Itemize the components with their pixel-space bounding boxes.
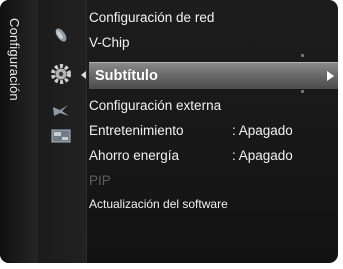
- scroll-up-indicator: [301, 54, 304, 57]
- setup-gear-icon[interactable]: [49, 62, 73, 86]
- menu-list: Configuración de red V-Chip Configuració…: [88, 0, 338, 263]
- column-divider: [86, 0, 87, 263]
- category-icon-column: [38, 0, 86, 263]
- menu-item-entertainment[interactable]: Entretenimiento: [89, 123, 184, 138]
- menu-item-subtitle[interactable]: Subtítulo: [89, 62, 338, 89]
- category-tab[interactable]: Configuración: [0, 0, 38, 263]
- application-icon[interactable]: [51, 128, 71, 144]
- category-tab-label: Configuración: [7, 18, 22, 101]
- menu-item-software-update[interactable]: Actualización del software: [89, 197, 228, 211]
- energy-saving-value: : Apagado: [232, 148, 293, 163]
- menu-item-subtitle-label: Subtítulo: [95, 68, 158, 84]
- menu-item-energy-saving[interactable]: Ahorro energía: [89, 148, 179, 163]
- tv-menu-screen: Configuración Configuración de red V-Chi…: [0, 0, 343, 269]
- menu-item-network-setup[interactable]: Configuración de red: [89, 10, 214, 25]
- menu-item-external-setup[interactable]: Configuración externa: [89, 98, 221, 113]
- entertainment-value: : Apagado: [232, 123, 293, 138]
- menu-panel: Configuración Configuración de red V-Chi…: [0, 0, 338, 263]
- menu-item-pip: PIP: [89, 173, 111, 188]
- submenu-arrow-icon: [327, 71, 334, 81]
- picture-icon[interactable]: [52, 26, 70, 44]
- menu-item-v-chip[interactable]: V-Chip: [89, 35, 130, 50]
- selection-pointer-icon: [81, 71, 86, 79]
- scroll-down-indicator: [301, 90, 304, 93]
- input-icon[interactable]: [52, 104, 70, 118]
